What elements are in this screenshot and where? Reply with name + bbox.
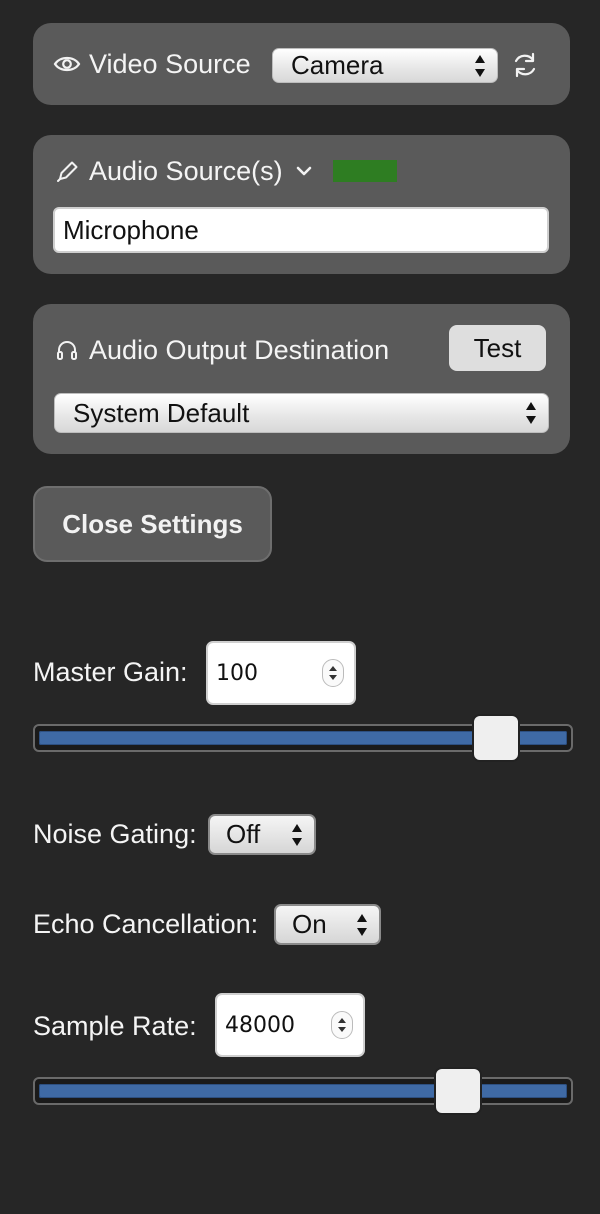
echo-cancellation-label: Echo Cancellation: bbox=[33, 908, 259, 939]
sample-rate-slider[interactable] bbox=[33, 1067, 573, 1115]
sample-rate-input[interactable]: 48000 bbox=[215, 993, 365, 1057]
noise-gating-selected: Off bbox=[226, 819, 261, 849]
sample-rate-value: 48000 bbox=[225, 1012, 295, 1038]
master-gain-slider[interactable] bbox=[33, 714, 573, 762]
master-gain-label: Master Gain: bbox=[33, 656, 188, 687]
audio-output-panel: Audio Output Destination Test System Def… bbox=[33, 304, 570, 454]
video-source-select[interactable]: Camera bbox=[272, 48, 498, 83]
noise-gating-label: Noise Gating: bbox=[33, 818, 197, 849]
sample-rate-label: Sample Rate: bbox=[33, 1010, 197, 1041]
audio-output-selected: System Default bbox=[73, 397, 250, 428]
video-source-panel: Video Source Camera bbox=[33, 23, 570, 105]
audio-source-value: Microphone bbox=[63, 214, 199, 245]
chevron-down-icon[interactable] bbox=[293, 160, 315, 182]
audio-output-label: Audio Output Destination bbox=[89, 334, 390, 365]
stepper-icon[interactable] bbox=[331, 1011, 353, 1039]
test-button-label: Test bbox=[473, 332, 522, 363]
audio-level-meter bbox=[332, 160, 397, 182]
headphones-icon bbox=[55, 338, 79, 362]
audio-source-label: Audio Source(s) bbox=[89, 155, 283, 186]
slider-thumb[interactable] bbox=[471, 714, 520, 762]
slider-track-fill bbox=[39, 1084, 567, 1098]
select-arrows-icon bbox=[357, 913, 367, 936]
test-button[interactable]: Test bbox=[449, 325, 546, 371]
master-gain-input[interactable]: 100 bbox=[206, 641, 356, 705]
audio-source-panel: Audio Source(s) Microphone bbox=[33, 135, 570, 274]
audio-source-input[interactable]: Microphone bbox=[53, 207, 549, 253]
slider-thumb[interactable] bbox=[434, 1067, 483, 1115]
video-source-selected: Camera bbox=[291, 50, 384, 80]
select-arrows-icon bbox=[526, 402, 536, 424]
close-settings-button[interactable]: Close Settings bbox=[33, 486, 272, 562]
noise-gating-select[interactable]: Off bbox=[208, 814, 316, 855]
close-settings-label: Close Settings bbox=[62, 508, 243, 539]
select-arrows-icon bbox=[292, 823, 302, 846]
eye-icon bbox=[53, 50, 81, 78]
video-source-label: Video Source bbox=[89, 48, 251, 79]
refresh-icon[interactable] bbox=[510, 50, 540, 80]
pen-icon bbox=[55, 158, 81, 184]
echo-cancellation-selected: On bbox=[292, 909, 327, 939]
select-arrows-icon bbox=[475, 54, 485, 77]
stepper-icon[interactable] bbox=[322, 659, 344, 687]
echo-cancellation-select[interactable]: On bbox=[274, 904, 381, 945]
master-gain-value: 100 bbox=[216, 660, 258, 686]
audio-output-select[interactable]: System Default bbox=[54, 393, 549, 433]
